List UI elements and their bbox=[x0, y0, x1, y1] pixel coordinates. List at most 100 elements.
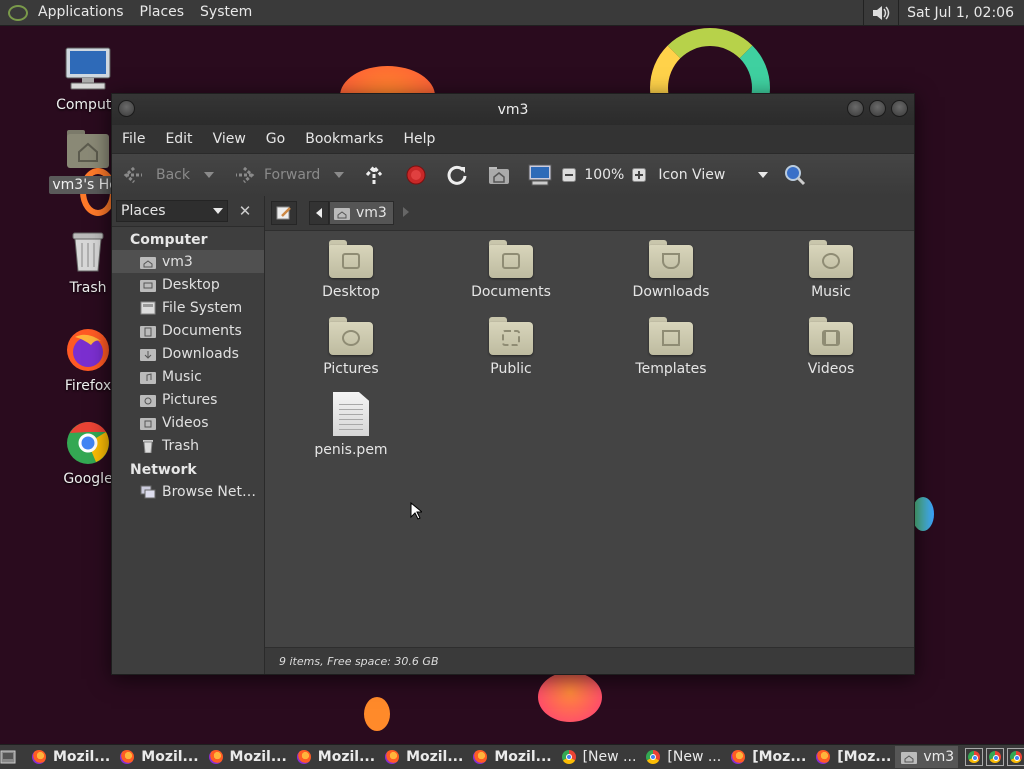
forward-arrow-icon bbox=[236, 166, 255, 184]
volume-icon[interactable] bbox=[870, 4, 892, 22]
crumb-vm3[interactable]: vm3 bbox=[329, 201, 394, 225]
back-label: Back bbox=[156, 167, 190, 183]
zoom-out-button[interactable] bbox=[562, 154, 577, 196]
window-menu-button[interactable] bbox=[118, 100, 135, 117]
workspace-1[interactable] bbox=[965, 748, 984, 766]
task-button[interactable]: Mozil... bbox=[291, 746, 379, 768]
show-desktop-button[interactable] bbox=[0, 746, 16, 768]
close-button[interactable] bbox=[891, 100, 908, 117]
desktop-icon-label: Google bbox=[63, 471, 113, 487]
file-item-pem[interactable]: penis.pem bbox=[291, 392, 411, 458]
workspace-2[interactable] bbox=[986, 748, 1005, 766]
task-button[interactable]: Mozil... bbox=[379, 746, 467, 768]
reload-icon bbox=[447, 165, 467, 185]
menu-system[interactable]: System bbox=[192, 0, 260, 25]
crumb-scroll-right[interactable] bbox=[402, 206, 410, 221]
side-pane-selector-value: Places bbox=[121, 203, 166, 219]
place-trash[interactable]: Trash bbox=[112, 434, 264, 457]
menu-applications[interactable]: Applications bbox=[30, 0, 132, 25]
task-button[interactable]: Mozil... bbox=[114, 746, 202, 768]
file-item-desktop[interactable]: Desktop bbox=[291, 240, 411, 300]
side-pane-selector[interactable]: Places bbox=[116, 200, 228, 222]
home-icon bbox=[334, 208, 350, 220]
chevron-down-icon bbox=[213, 208, 223, 214]
minimize-button[interactable] bbox=[847, 100, 864, 117]
menu-view[interactable]: View bbox=[203, 131, 256, 147]
place-file-system[interactable]: File System bbox=[112, 296, 264, 319]
task-button[interactable]: [Moz... bbox=[725, 746, 810, 768]
file-label: Pictures bbox=[323, 361, 379, 377]
computer-button[interactable] bbox=[528, 154, 552, 196]
status-text: 9 items, Free space: 30.6 GB bbox=[279, 654, 439, 668]
file-item-music[interactable]: Music bbox=[771, 240, 891, 300]
side-pane-close-button[interactable]: ✕ bbox=[234, 200, 256, 222]
location-bar: vm3 bbox=[265, 196, 914, 231]
crumb-scroll-left[interactable] bbox=[309, 201, 329, 225]
place-downloads[interactable]: Downloads bbox=[112, 342, 264, 365]
crumb-label: vm3 bbox=[356, 205, 387, 221]
workspace-switcher[interactable] bbox=[962, 748, 1024, 766]
file-item-documents[interactable]: Documents bbox=[451, 240, 571, 300]
stop-button[interactable] bbox=[406, 154, 426, 196]
chevron-right-icon bbox=[402, 206, 409, 217]
task-button[interactable]: Mozil... bbox=[203, 746, 291, 768]
task-button-active[interactable]: vm3 bbox=[895, 746, 959, 768]
file-item-pictures[interactable]: Pictures bbox=[291, 317, 411, 377]
place-pictures[interactable]: Pictures bbox=[112, 388, 264, 411]
menu-places[interactable]: Places bbox=[132, 0, 193, 25]
task-button[interactable]: Mozil... bbox=[467, 746, 555, 768]
desktop-icon-label: Trash bbox=[69, 280, 107, 296]
home-icon bbox=[901, 752, 918, 764]
chevron-left-icon bbox=[316, 208, 322, 218]
back-button[interactable]: Back bbox=[122, 154, 190, 196]
view-mode-select[interactable]: Icon View bbox=[658, 154, 769, 196]
up-button[interactable] bbox=[364, 154, 384, 196]
task-button[interactable]: Mozil... bbox=[26, 746, 114, 768]
file-item-public[interactable]: Public bbox=[451, 317, 571, 377]
clock[interactable]: Sat Jul 1, 02:06 bbox=[899, 5, 1024, 21]
reload-button[interactable] bbox=[446, 154, 468, 196]
back-history-caret[interactable] bbox=[204, 172, 214, 178]
search-button[interactable] bbox=[784, 154, 806, 196]
forward-button[interactable]: Forward bbox=[232, 154, 320, 196]
place-documents[interactable]: Documents bbox=[112, 319, 264, 342]
menu-bookmarks[interactable]: Bookmarks bbox=[295, 131, 393, 147]
firefox-icon bbox=[296, 750, 311, 764]
home-folder-icon bbox=[67, 130, 109, 168]
file-label: Documents bbox=[471, 284, 551, 300]
place-music[interactable]: Music bbox=[112, 365, 264, 388]
task-button[interactable]: [New ... bbox=[556, 746, 641, 768]
up-arrow-icon bbox=[366, 164, 383, 184]
place-browse-network[interactable]: Browse Net… bbox=[112, 480, 264, 503]
place-videos[interactable]: Videos bbox=[112, 411, 264, 434]
task-button[interactable]: [Moz... bbox=[810, 746, 895, 768]
menu-go[interactable]: Go bbox=[256, 131, 295, 147]
place-vm3[interactable]: vm3 bbox=[112, 250, 264, 273]
place-label: Documents bbox=[162, 322, 242, 339]
mouse-cursor-icon bbox=[410, 501, 424, 524]
workspace-3[interactable] bbox=[1007, 748, 1024, 766]
file-item-templates[interactable]: Templates bbox=[611, 317, 731, 377]
menu-file[interactable]: File bbox=[112, 131, 155, 147]
place-desktop[interactable]: Desktop bbox=[112, 273, 264, 296]
toolbar: Back Forward 100% Icon View bbox=[112, 153, 914, 197]
chrome-icon bbox=[561, 750, 576, 764]
file-item-videos[interactable]: Videos bbox=[771, 317, 891, 377]
zoom-in-button[interactable] bbox=[632, 154, 647, 196]
place-label: Music bbox=[162, 368, 202, 385]
maximize-button[interactable] bbox=[869, 100, 886, 117]
home-button[interactable] bbox=[488, 154, 510, 196]
task-button[interactable]: [New ... bbox=[640, 746, 725, 768]
toggle-location-entry-button[interactable] bbox=[271, 201, 297, 225]
forward-history-caret[interactable] bbox=[334, 172, 345, 178]
firefox-icon bbox=[473, 750, 488, 764]
bg-blob-pink bbox=[538, 672, 602, 722]
menu-edit[interactable]: Edit bbox=[155, 131, 202, 147]
menu-help[interactable]: Help bbox=[393, 131, 445, 147]
window-titlebar[interactable]: vm3 bbox=[112, 94, 914, 125]
computer-icon bbox=[65, 47, 111, 90]
folder-videos-icon bbox=[809, 317, 853, 355]
chrome-icon bbox=[646, 750, 661, 764]
zoom-level[interactable]: 100% bbox=[584, 167, 624, 183]
file-item-downloads[interactable]: Downloads bbox=[611, 240, 731, 300]
